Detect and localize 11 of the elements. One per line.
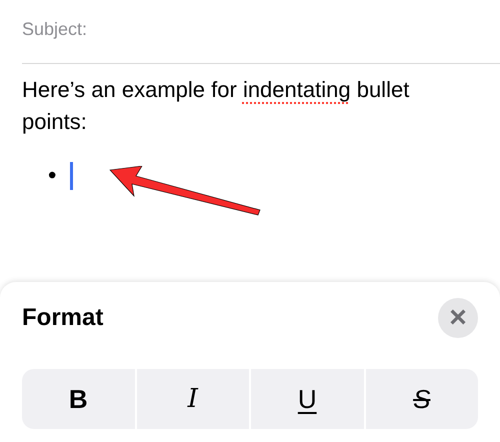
close-button[interactable]: ×: [438, 298, 478, 338]
strikethrough-button[interactable]: S: [364, 369, 478, 429]
underline-button[interactable]: U: [249, 369, 364, 429]
subject-label: Subject:: [22, 18, 88, 41]
bullet-point: •: [48, 164, 56, 188]
message-text: Here’s an example for indentating bullet points:: [22, 76, 410, 136]
bold-button[interactable]: B: [22, 369, 134, 429]
panel-title: Format: [22, 304, 104, 332]
italic-button[interactable]: I: [134, 369, 249, 429]
arrow-icon: [109, 166, 260, 216]
text-cursor: [70, 162, 74, 190]
